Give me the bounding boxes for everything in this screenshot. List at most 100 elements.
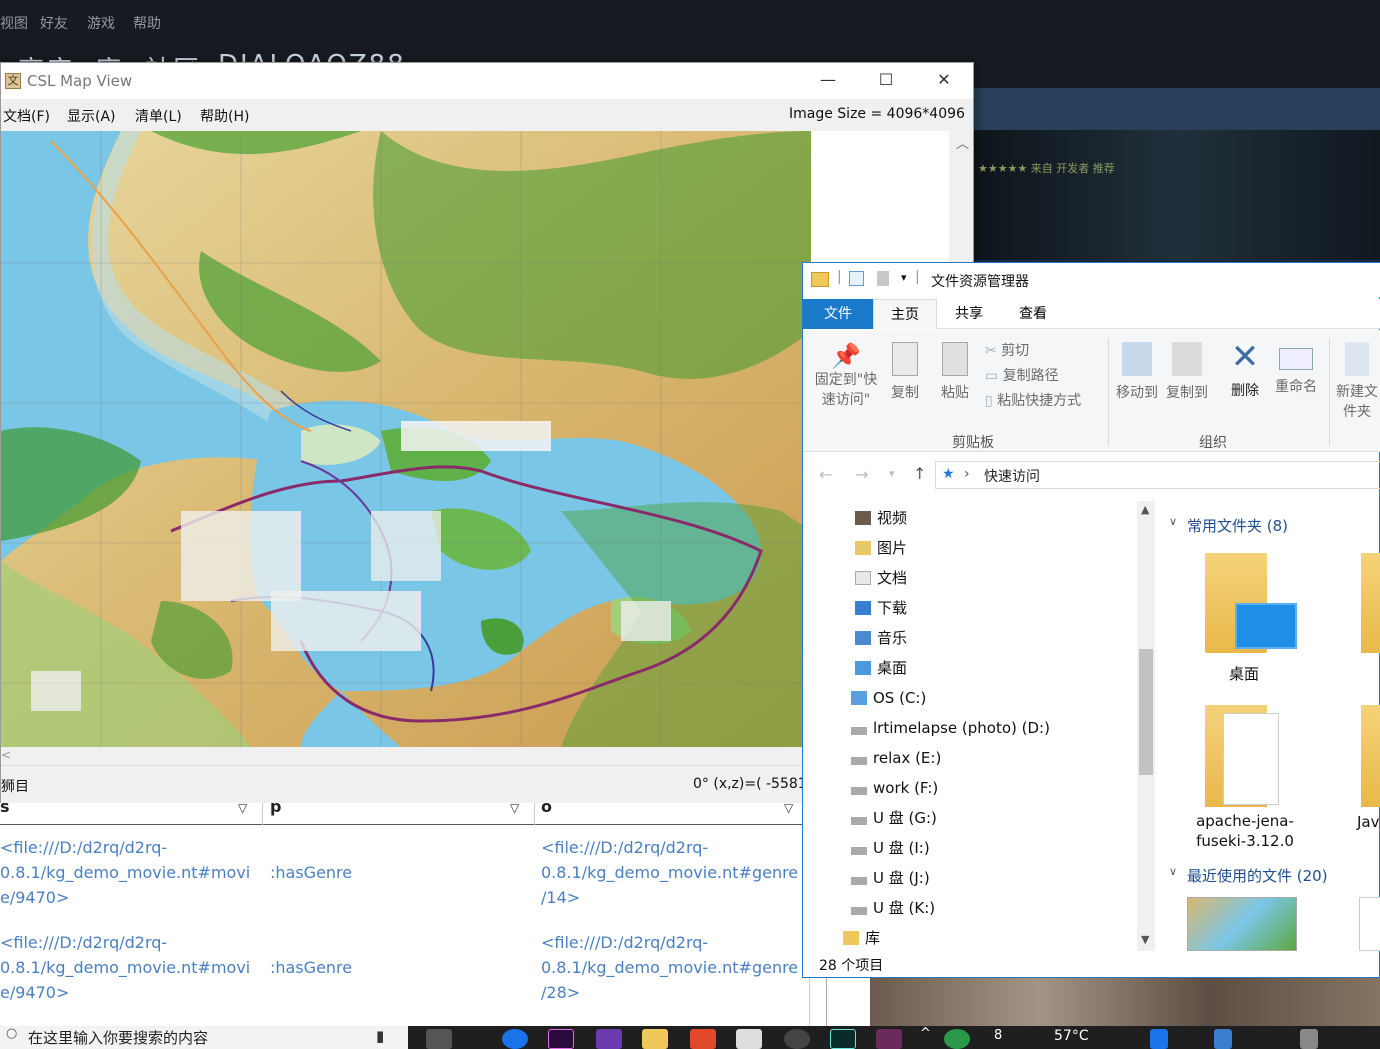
table-cell-p[interactable]: :hasGenre bbox=[270, 958, 352, 977]
steam-menu-friends[interactable]: 好友 bbox=[40, 13, 68, 33]
sort-icon[interactable]: ▽ bbox=[238, 801, 247, 815]
tray-icon[interactable]: 8 bbox=[994, 1028, 1002, 1043]
steam-menu-view[interactable]: 视图 bbox=[0, 13, 28, 33]
nav-item-music[interactable]: 音乐 bbox=[855, 623, 907, 653]
address-bar[interactable]: ★ › 快速访问 bbox=[935, 461, 1380, 489]
recent-files-header[interactable]: 最近使用的文件 (20) bbox=[1187, 865, 1328, 886]
nav-item-desktop[interactable]: 桌面 bbox=[855, 653, 907, 683]
nav-item-drive-i[interactable]: U 盘 (I:) bbox=[851, 833, 930, 863]
steam-menu-help[interactable]: 帮助 bbox=[133, 13, 161, 33]
nav-item-pictures[interactable]: 图片 bbox=[855, 533, 907, 563]
delete-button[interactable]: ✕ 删除 bbox=[1223, 338, 1267, 400]
table-cell-o[interactable]: <file:///D:/d2rq/d2rq-0.8.1/kg_demo_movi… bbox=[541, 835, 801, 910]
tray-expand-icon[interactable]: ^ bbox=[920, 1026, 931, 1041]
nav-item-drive-j[interactable]: U 盘 (J:) bbox=[851, 863, 930, 893]
code-editor-icon[interactable] bbox=[736, 1029, 762, 1049]
nav-item-drive-d[interactable]: lrtimelapse (photo) (D:) bbox=[851, 713, 1050, 743]
copy-button[interactable]: 复制 bbox=[885, 342, 925, 402]
premiere-icon[interactable] bbox=[548, 1029, 574, 1049]
tab-view[interactable]: 查看 bbox=[1001, 299, 1065, 329]
tab-home[interactable]: 主页 bbox=[873, 299, 937, 329]
breadcrumb-chevron-icon[interactable]: › bbox=[964, 466, 970, 482]
microphone-icon[interactable]: ▮ bbox=[376, 1027, 384, 1045]
folder-icon[interactable] bbox=[1361, 553, 1380, 653]
nav-item-drive-g[interactable]: U 盘 (G:) bbox=[851, 803, 937, 833]
scroll-up-arrow-icon[interactable]: ︿ bbox=[956, 133, 969, 152]
address-location[interactable]: 快速访问 bbox=[984, 466, 1040, 486]
scroll-left-arrow-icon[interactable]: < bbox=[1, 748, 11, 762]
browser-icon[interactable] bbox=[502, 1029, 528, 1049]
menu-display[interactable]: 显示(A) bbox=[67, 106, 116, 126]
column-header-o[interactable]: o bbox=[541, 797, 552, 816]
scroll-up-arrow-icon[interactable]: ▲ bbox=[1141, 503, 1149, 516]
recent-file-thumbnail[interactable] bbox=[1187, 897, 1297, 951]
copy-path-button[interactable]: ▭ 复制路径 bbox=[985, 365, 1059, 385]
minimize-button[interactable]: — bbox=[799, 63, 857, 97]
file-explorer-icon[interactable] bbox=[642, 1029, 668, 1049]
menu-help[interactable]: 帮助(H) bbox=[200, 106, 249, 126]
tray-icon[interactable] bbox=[1300, 1029, 1318, 1049]
folder-label-apache-jena[interactable]: apache-jena-fuseki-3.12.0 bbox=[1175, 811, 1315, 851]
nav-item-documents[interactable]: 文档 bbox=[855, 563, 907, 593]
recent-locations-icon[interactable]: ▾ bbox=[889, 467, 895, 480]
tray-icon[interactable] bbox=[1150, 1029, 1168, 1049]
menu-list[interactable]: 清单(L) bbox=[135, 106, 182, 126]
collapse-chevron-icon[interactable]: ∨ bbox=[1169, 865, 1177, 878]
navigation-pane-scrollbar[interactable]: ▲ ▼ bbox=[1137, 501, 1155, 951]
collapse-chevron-icon[interactable]: ∨ bbox=[1169, 515, 1177, 528]
after-effects-icon[interactable] bbox=[830, 1029, 856, 1049]
new-folder-quick-icon[interactable] bbox=[877, 271, 889, 286]
nav-item-drive-e[interactable]: relax (E:) bbox=[851, 743, 941, 773]
sort-icon[interactable]: ▽ bbox=[784, 801, 793, 815]
explorer-titlebar[interactable]: | ▾ | 文件资源管理器 bbox=[803, 263, 1380, 297]
visual-studio-icon[interactable] bbox=[596, 1029, 622, 1049]
maximize-button[interactable]: ☐ bbox=[857, 63, 915, 97]
menu-file[interactable]: 文档(F) bbox=[3, 106, 50, 126]
scroll-down-arrow-icon[interactable]: ▼ bbox=[1141, 933, 1149, 946]
paste-button[interactable]: 粘贴 bbox=[935, 342, 975, 402]
nav-item-drive-c[interactable]: OS (C:) bbox=[851, 683, 926, 713]
pin-quick-access-button[interactable]: 📌 固定到"快速访问" bbox=[811, 342, 881, 410]
steam-promo-banner[interactable] bbox=[974, 130, 1380, 260]
tab-share[interactable]: 共享 bbox=[937, 299, 1001, 329]
column-header-s[interactable]: s bbox=[0, 797, 10, 816]
new-folder-button[interactable]: 新建文件夹 bbox=[1333, 342, 1380, 422]
app-icon[interactable] bbox=[784, 1029, 810, 1049]
nav-item-drive-k[interactable]: U 盘 (K:) bbox=[851, 893, 935, 923]
taskbar-search-box[interactable]: ○ 在这里输入你要搜索的内容 ▮ bbox=[0, 1026, 408, 1049]
folder-icon[interactable] bbox=[1361, 705, 1380, 807]
table-cell-o[interactable]: <file:///D:/d2rq/d2rq-0.8.1/kg_demo_movi… bbox=[541, 930, 801, 1005]
recent-file-thumbnail[interactable] bbox=[1359, 897, 1380, 951]
terrain-map-canvas[interactable] bbox=[1, 131, 811, 747]
table-cell-p[interactable]: :hasGenre bbox=[270, 863, 352, 882]
map-horizontal-scrollbar[interactable]: < bbox=[1, 747, 811, 765]
folder-label-desktop[interactable]: 桌面 bbox=[1229, 663, 1259, 684]
cut-button[interactable]: ✂ 剪切 bbox=[985, 340, 1029, 360]
csl-titlebar[interactable]: 文 CSL Map View — ☐ ✕ bbox=[1, 63, 973, 99]
table-cell-s[interactable]: <file:///D:/d2rq/d2rq-0.8.1/kg_demo_movi… bbox=[0, 835, 260, 910]
close-button[interactable]: ✕ bbox=[915, 63, 973, 97]
app-icon[interactable] bbox=[876, 1029, 902, 1049]
tray-icon[interactable] bbox=[1214, 1029, 1232, 1049]
folder-label-java[interactable]: Java bbox=[1357, 813, 1380, 831]
table-cell-s[interactable]: <file:///D:/d2rq/d2rq-0.8.1/kg_demo_movi… bbox=[0, 930, 260, 1005]
nav-item-videos[interactable]: 视频 bbox=[855, 503, 907, 533]
copy-to-button[interactable]: 复制到 bbox=[1163, 342, 1211, 402]
task-view-icon[interactable] bbox=[426, 1029, 452, 1049]
paste-shortcut-button[interactable]: ▯ 粘贴快捷方式 bbox=[985, 390, 1081, 410]
nav-item-drive-f[interactable]: work (F:) bbox=[851, 773, 938, 803]
customize-quick-access-icon[interactable]: ▾ bbox=[901, 271, 907, 284]
back-arrow-icon[interactable]: ← bbox=[819, 465, 832, 484]
nav-item-libraries[interactable]: 库 bbox=[843, 923, 880, 953]
rename-button[interactable]: 重命名 bbox=[1271, 342, 1321, 396]
nav-item-downloads[interactable]: 下载 bbox=[855, 593, 907, 623]
forward-arrow-icon[interactable]: → bbox=[855, 465, 868, 484]
tab-file[interactable]: 文件 bbox=[803, 299, 873, 329]
frequent-folders-header[interactable]: 常用文件夹 (8) bbox=[1187, 515, 1288, 536]
scrollbar-thumb[interactable] bbox=[1139, 649, 1153, 775]
move-to-button[interactable]: 移动到 bbox=[1113, 342, 1161, 402]
app-icon[interactable] bbox=[690, 1029, 716, 1049]
sort-icon[interactable]: ▽ bbox=[510, 801, 519, 815]
column-header-p[interactable]: p bbox=[270, 797, 281, 816]
steam-menu-games[interactable]: 游戏 bbox=[87, 13, 115, 33]
